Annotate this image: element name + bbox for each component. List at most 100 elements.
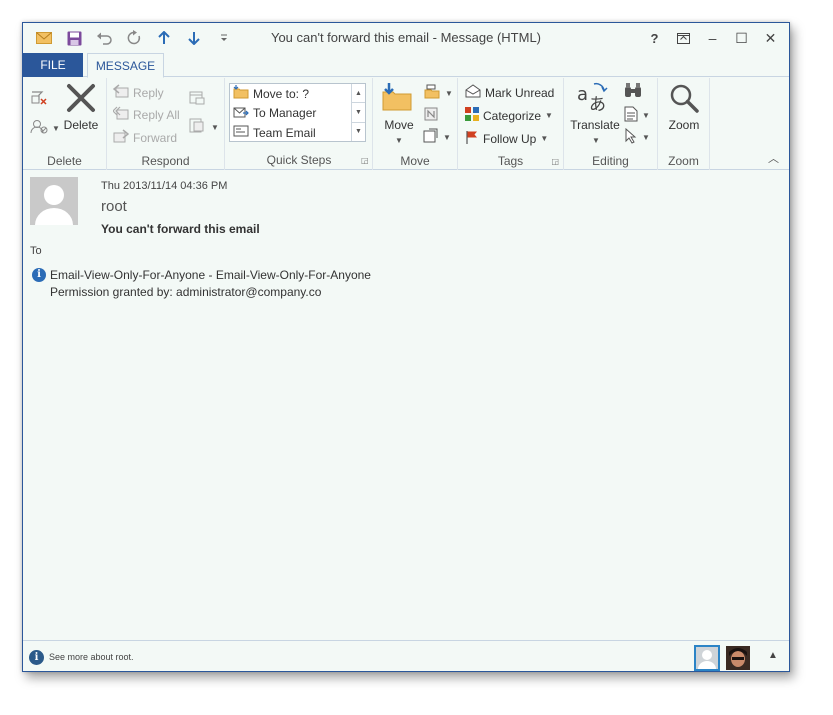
people-avatar-user[interactable] bbox=[726, 646, 750, 670]
flag-icon bbox=[465, 130, 479, 147]
move-group: Move ▼ ▼ ▼ Move bbox=[373, 78, 458, 170]
customize-icon[interactable] bbox=[211, 25, 237, 51]
select-button[interactable]: ▼ bbox=[624, 127, 650, 147]
rules-icon bbox=[423, 84, 441, 103]
related-button[interactable]: ▼ bbox=[624, 106, 650, 125]
info-icon: i bbox=[32, 268, 46, 282]
collapse-ribbon-icon[interactable]: ︿ bbox=[768, 150, 779, 166]
editing-group: aあ Translate ▼ ▼ ▼ Editing bbox=[564, 78, 658, 170]
editing-group-label: Editing bbox=[592, 154, 629, 168]
quick-step-move-to[interactable]: Move to: ? bbox=[230, 84, 365, 104]
down-arrow-icon[interactable] bbox=[181, 25, 207, 51]
actions-button[interactable]: ▼ bbox=[423, 128, 451, 147]
tags-group: Mark Unread Categorize ▼ Follow Up ▼ Tag… bbox=[458, 78, 564, 170]
team-email-icon bbox=[233, 124, 249, 141]
svg-text:a: a bbox=[577, 84, 588, 105]
people-pane-text[interactable]: See more about root. bbox=[49, 652, 134, 662]
message-sender[interactable]: root bbox=[101, 198, 127, 215]
tags-group-label: Tags bbox=[497, 154, 524, 168]
title-bar: You can't forward this email - Message (… bbox=[23, 23, 789, 53]
meeting-button[interactable] bbox=[189, 90, 205, 109]
permission-policy: Email-View-Only-For-Anyone - Email-View-… bbox=[50, 268, 371, 282]
message-date: Thu 2013/11/14 04:36 PM bbox=[101, 180, 228, 192]
translate-icon: aあ bbox=[576, 80, 610, 117]
meeting-icon bbox=[189, 90, 205, 109]
quick-steps-scroll-down-icon[interactable]: ▼ bbox=[352, 103, 365, 123]
people-pane: i See more about root. ▲ bbox=[23, 640, 789, 672]
quick-steps-gallery: Move to: ? To Manager Team Email ▲ ▼ ▼ bbox=[229, 83, 366, 142]
people-pane-toggle-icon[interactable]: ▲ bbox=[768, 650, 778, 661]
undo-icon[interactable] bbox=[91, 25, 117, 51]
quick-step-to-manager[interactable]: To Manager bbox=[230, 104, 365, 124]
forward-icon bbox=[113, 129, 130, 146]
onenote-button[interactable] bbox=[423, 106, 439, 125]
more-respond-icon bbox=[189, 118, 207, 137]
find-button[interactable] bbox=[624, 82, 642, 101]
junk-button[interactable]: ▼ bbox=[30, 118, 60, 139]
delete-button[interactable] bbox=[65, 82, 97, 117]
move-group-label: Move bbox=[400, 154, 430, 168]
categorize-button[interactable]: Categorize ▼ bbox=[465, 107, 553, 124]
permission-granted-by: Permission granted by: administrator@com… bbox=[50, 285, 322, 299]
translate-dropdown-icon: ▼ bbox=[592, 136, 600, 145]
translate-label: Translate bbox=[570, 118, 620, 132]
minimize-button[interactable]: – bbox=[698, 25, 727, 51]
binoculars-icon bbox=[624, 82, 642, 101]
to-manager-icon bbox=[233, 105, 249, 122]
message-to-label: To bbox=[30, 245, 42, 257]
quick-step-team-email[interactable]: Team Email bbox=[230, 123, 365, 143]
move-to-folder-icon bbox=[233, 85, 249, 102]
close-button[interactable]: ✕ bbox=[756, 25, 785, 51]
zoom-group: Zoom Zoom bbox=[658, 78, 710, 170]
ribbon: ▼ Delete Delete Reply Reply All Forward … bbox=[23, 78, 789, 170]
tab-message[interactable]: MESSAGE bbox=[87, 53, 164, 78]
delete-label: Delete bbox=[63, 118, 99, 132]
delete-group: ▼ Delete Delete bbox=[23, 78, 107, 170]
up-arrow-icon[interactable] bbox=[151, 25, 177, 51]
quick-steps-scrollbar[interactable]: ▲ ▼ ▼ bbox=[351, 84, 365, 141]
reply-all-icon bbox=[112, 106, 129, 123]
delete-x-icon bbox=[65, 82, 97, 117]
tab-file[interactable]: FILE bbox=[23, 53, 83, 77]
people-avatar-root[interactable] bbox=[694, 645, 720, 671]
reply-all-button[interactable]: Reply All bbox=[112, 106, 180, 123]
magnifier-icon bbox=[668, 82, 700, 117]
ribbon-tabs: FILE MESSAGE bbox=[23, 53, 789, 78]
window-controls: ? – ☐ ✕ bbox=[640, 25, 785, 51]
quick-steps-expand-icon[interactable]: ▼ bbox=[352, 123, 365, 141]
more-respond-button[interactable]: ▼ bbox=[189, 118, 219, 137]
reply-button[interactable]: Reply bbox=[112, 84, 164, 101]
move-label: Move bbox=[384, 118, 414, 132]
message-subject: You can't forward this email bbox=[101, 222, 260, 236]
zoom-button[interactable] bbox=[668, 82, 700, 117]
ribbon-display-options-button[interactable] bbox=[669, 25, 698, 51]
forward-button[interactable]: Forward bbox=[113, 129, 177, 146]
mail-icon bbox=[31, 25, 57, 51]
message-window: You can't forward this email - Message (… bbox=[22, 22, 790, 672]
ignore-button[interactable] bbox=[30, 88, 48, 109]
categorize-icon bbox=[465, 107, 479, 124]
junk-icon bbox=[30, 118, 48, 139]
rules-button[interactable]: ▼ bbox=[423, 84, 453, 103]
help-button[interactable]: ? bbox=[640, 25, 669, 51]
move-button[interactable] bbox=[381, 82, 413, 117]
mark-unread-button[interactable]: Mark Unread bbox=[465, 84, 554, 101]
maximize-button[interactable]: ☐ bbox=[727, 25, 756, 51]
delete-group-label: Delete bbox=[47, 154, 82, 168]
svg-text:あ: あ bbox=[589, 95, 606, 114]
respond-group: Reply Reply All Forward ▼ Respond bbox=[107, 78, 225, 170]
redo-icon[interactable] bbox=[121, 25, 147, 51]
move-folder-icon bbox=[381, 82, 413, 117]
respond-group-label: Respond bbox=[141, 154, 190, 168]
save-icon[interactable] bbox=[61, 25, 87, 51]
zoom-group-label: Zoom bbox=[668, 154, 699, 168]
mark-unread-icon bbox=[465, 84, 481, 101]
quick-steps-launcher-icon[interactable]: ◲ bbox=[361, 156, 369, 165]
follow-up-button[interactable]: Follow Up ▼ bbox=[465, 130, 548, 147]
translate-button[interactable]: aあ bbox=[576, 80, 610, 117]
people-info-icon: i bbox=[29, 650, 44, 665]
quick-steps-scroll-up-icon[interactable]: ▲ bbox=[352, 84, 365, 104]
junk-dropdown-icon: ▼ bbox=[52, 124, 60, 133]
tags-launcher-icon[interactable]: ◲ bbox=[551, 157, 559, 166]
sender-avatar[interactable] bbox=[30, 177, 78, 225]
